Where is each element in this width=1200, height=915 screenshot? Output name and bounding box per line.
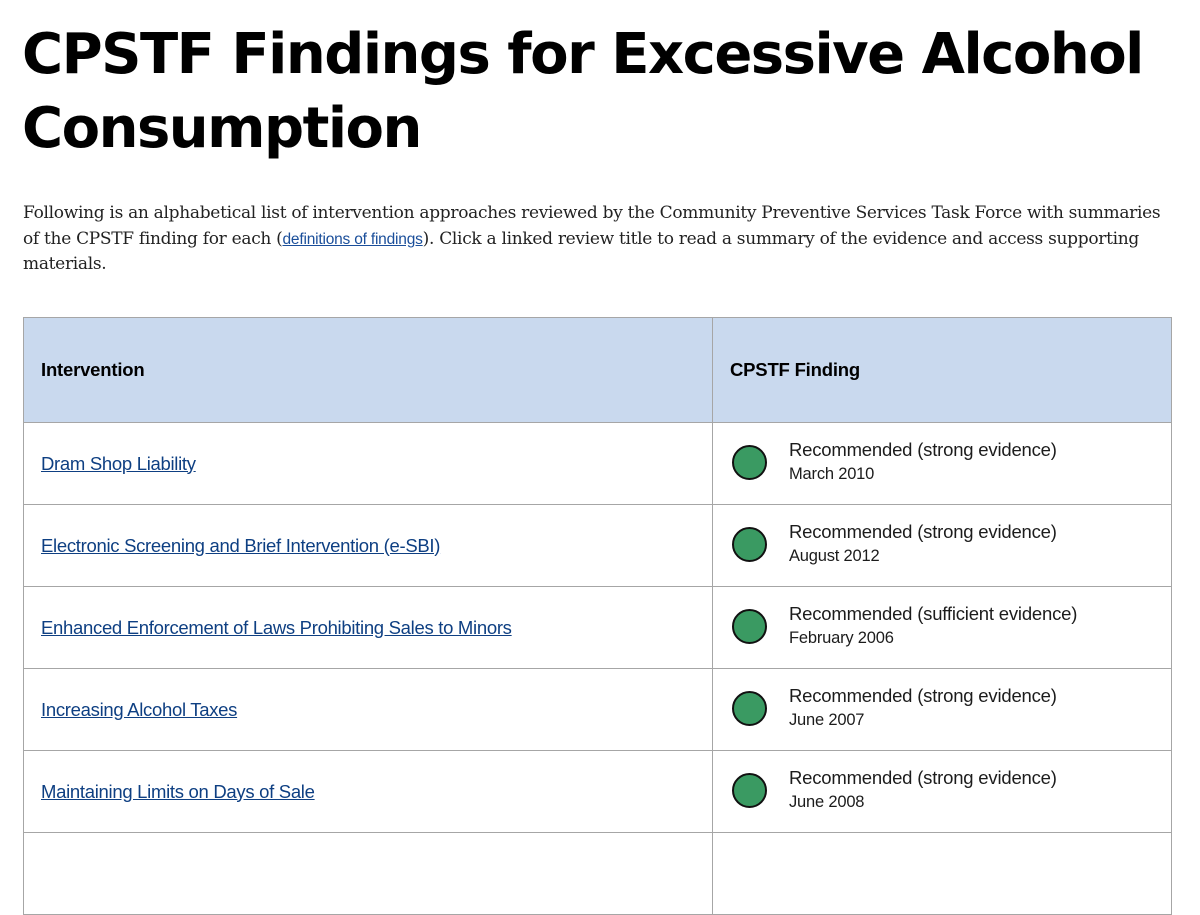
finding-date: August 2012 <box>789 547 880 565</box>
intervention-cell: Electronic Screening and Brief Intervent… <box>23 504 713 587</box>
intervention-link-increasing-alcohol-taxes[interactable]: Increasing Alcohol Taxes <box>41 699 237 720</box>
finding-date: June 2007 <box>789 711 865 729</box>
finding-label: Recommended (strong evidence) <box>789 439 1057 460</box>
table-row: Maintaining Limits on Days of Sale Recom… <box>23 750 1172 833</box>
finding-label: Recommended (strong evidence) <box>789 767 1057 788</box>
intervention-cell <box>23 832 713 915</box>
findings-table: Intervention CPSTF Finding Dram Shop Lia… <box>23 317 1172 915</box>
page-title: CPSTF Findings for Excessive Alcohol Con… <box>22 22 1144 161</box>
definitions-of-findings-link[interactable]: definitions of findings <box>283 231 423 248</box>
column-header-intervention: Intervention <box>23 317 713 423</box>
table-header-row: Intervention CPSTF Finding <box>23 317 1172 423</box>
column-header-cpstf-finding: CPSTF Finding <box>712 317 1172 423</box>
green-circle-icon <box>732 527 767 562</box>
finding-label: Recommended (strong evidence) <box>789 685 1057 706</box>
intervention-cell: Increasing Alcohol Taxes <box>23 668 713 751</box>
table-row: Increasing Alcohol Taxes Recommended (st… <box>23 668 1172 751</box>
green-circle-icon <box>732 445 767 480</box>
intervention-link-enhanced-enforcement[interactable]: Enhanced Enforcement of Laws Prohibiting… <box>41 617 512 638</box>
finding-cell: Recommended (sufficient evidence) Februar… <box>712 586 1172 669</box>
finding-label: Recommended (sufficient evidence) <box>789 603 1078 624</box>
finding-cell: Recommended (strong evidence) June 2007 <box>712 668 1172 751</box>
intervention-cell: Dram Shop Liability <box>23 422 713 505</box>
green-circle-icon <box>732 691 767 726</box>
intro-paragraph: Following is an alphabetical list of int… <box>23 201 1173 278</box>
intervention-link-limits-on-days-of-sale[interactable]: Maintaining Limits on Days of Sale <box>41 781 315 802</box>
table-row: Enhanced Enforcement of Laws Prohibiting… <box>23 586 1172 669</box>
green-circle-icon <box>732 773 767 808</box>
table-row: Electronic Screening and Brief Intervent… <box>23 504 1172 587</box>
finding-date: February 2006 <box>789 629 894 647</box>
finding-date: June 2008 <box>789 793 865 811</box>
finding-cell: Recommended (strong evidence) August 2012 <box>712 504 1172 587</box>
intervention-cell: Maintaining Limits on Days of Sale <box>23 750 713 833</box>
finding-label: Recommended (strong evidence) <box>789 521 1057 542</box>
finding-cell: Recommended (strong evidence) June 2008 <box>712 750 1172 833</box>
intervention-cell: Enhanced Enforcement of Laws Prohibiting… <box>23 586 713 669</box>
finding-date: March 2010 <box>789 465 875 483</box>
intervention-link-dram-shop-liability[interactable]: Dram Shop Liability <box>41 453 196 474</box>
intervention-link-e-sbi[interactable]: Electronic Screening and Brief Intervent… <box>41 535 440 556</box>
finding-cell <box>712 832 1172 915</box>
table-row-partial <box>23 832 1172 915</box>
finding-cell: Recommended (strong evidence) March 2010 <box>712 422 1172 505</box>
table-row: Dram Shop Liability Recommended (strong … <box>23 422 1172 505</box>
green-circle-icon <box>732 609 767 644</box>
